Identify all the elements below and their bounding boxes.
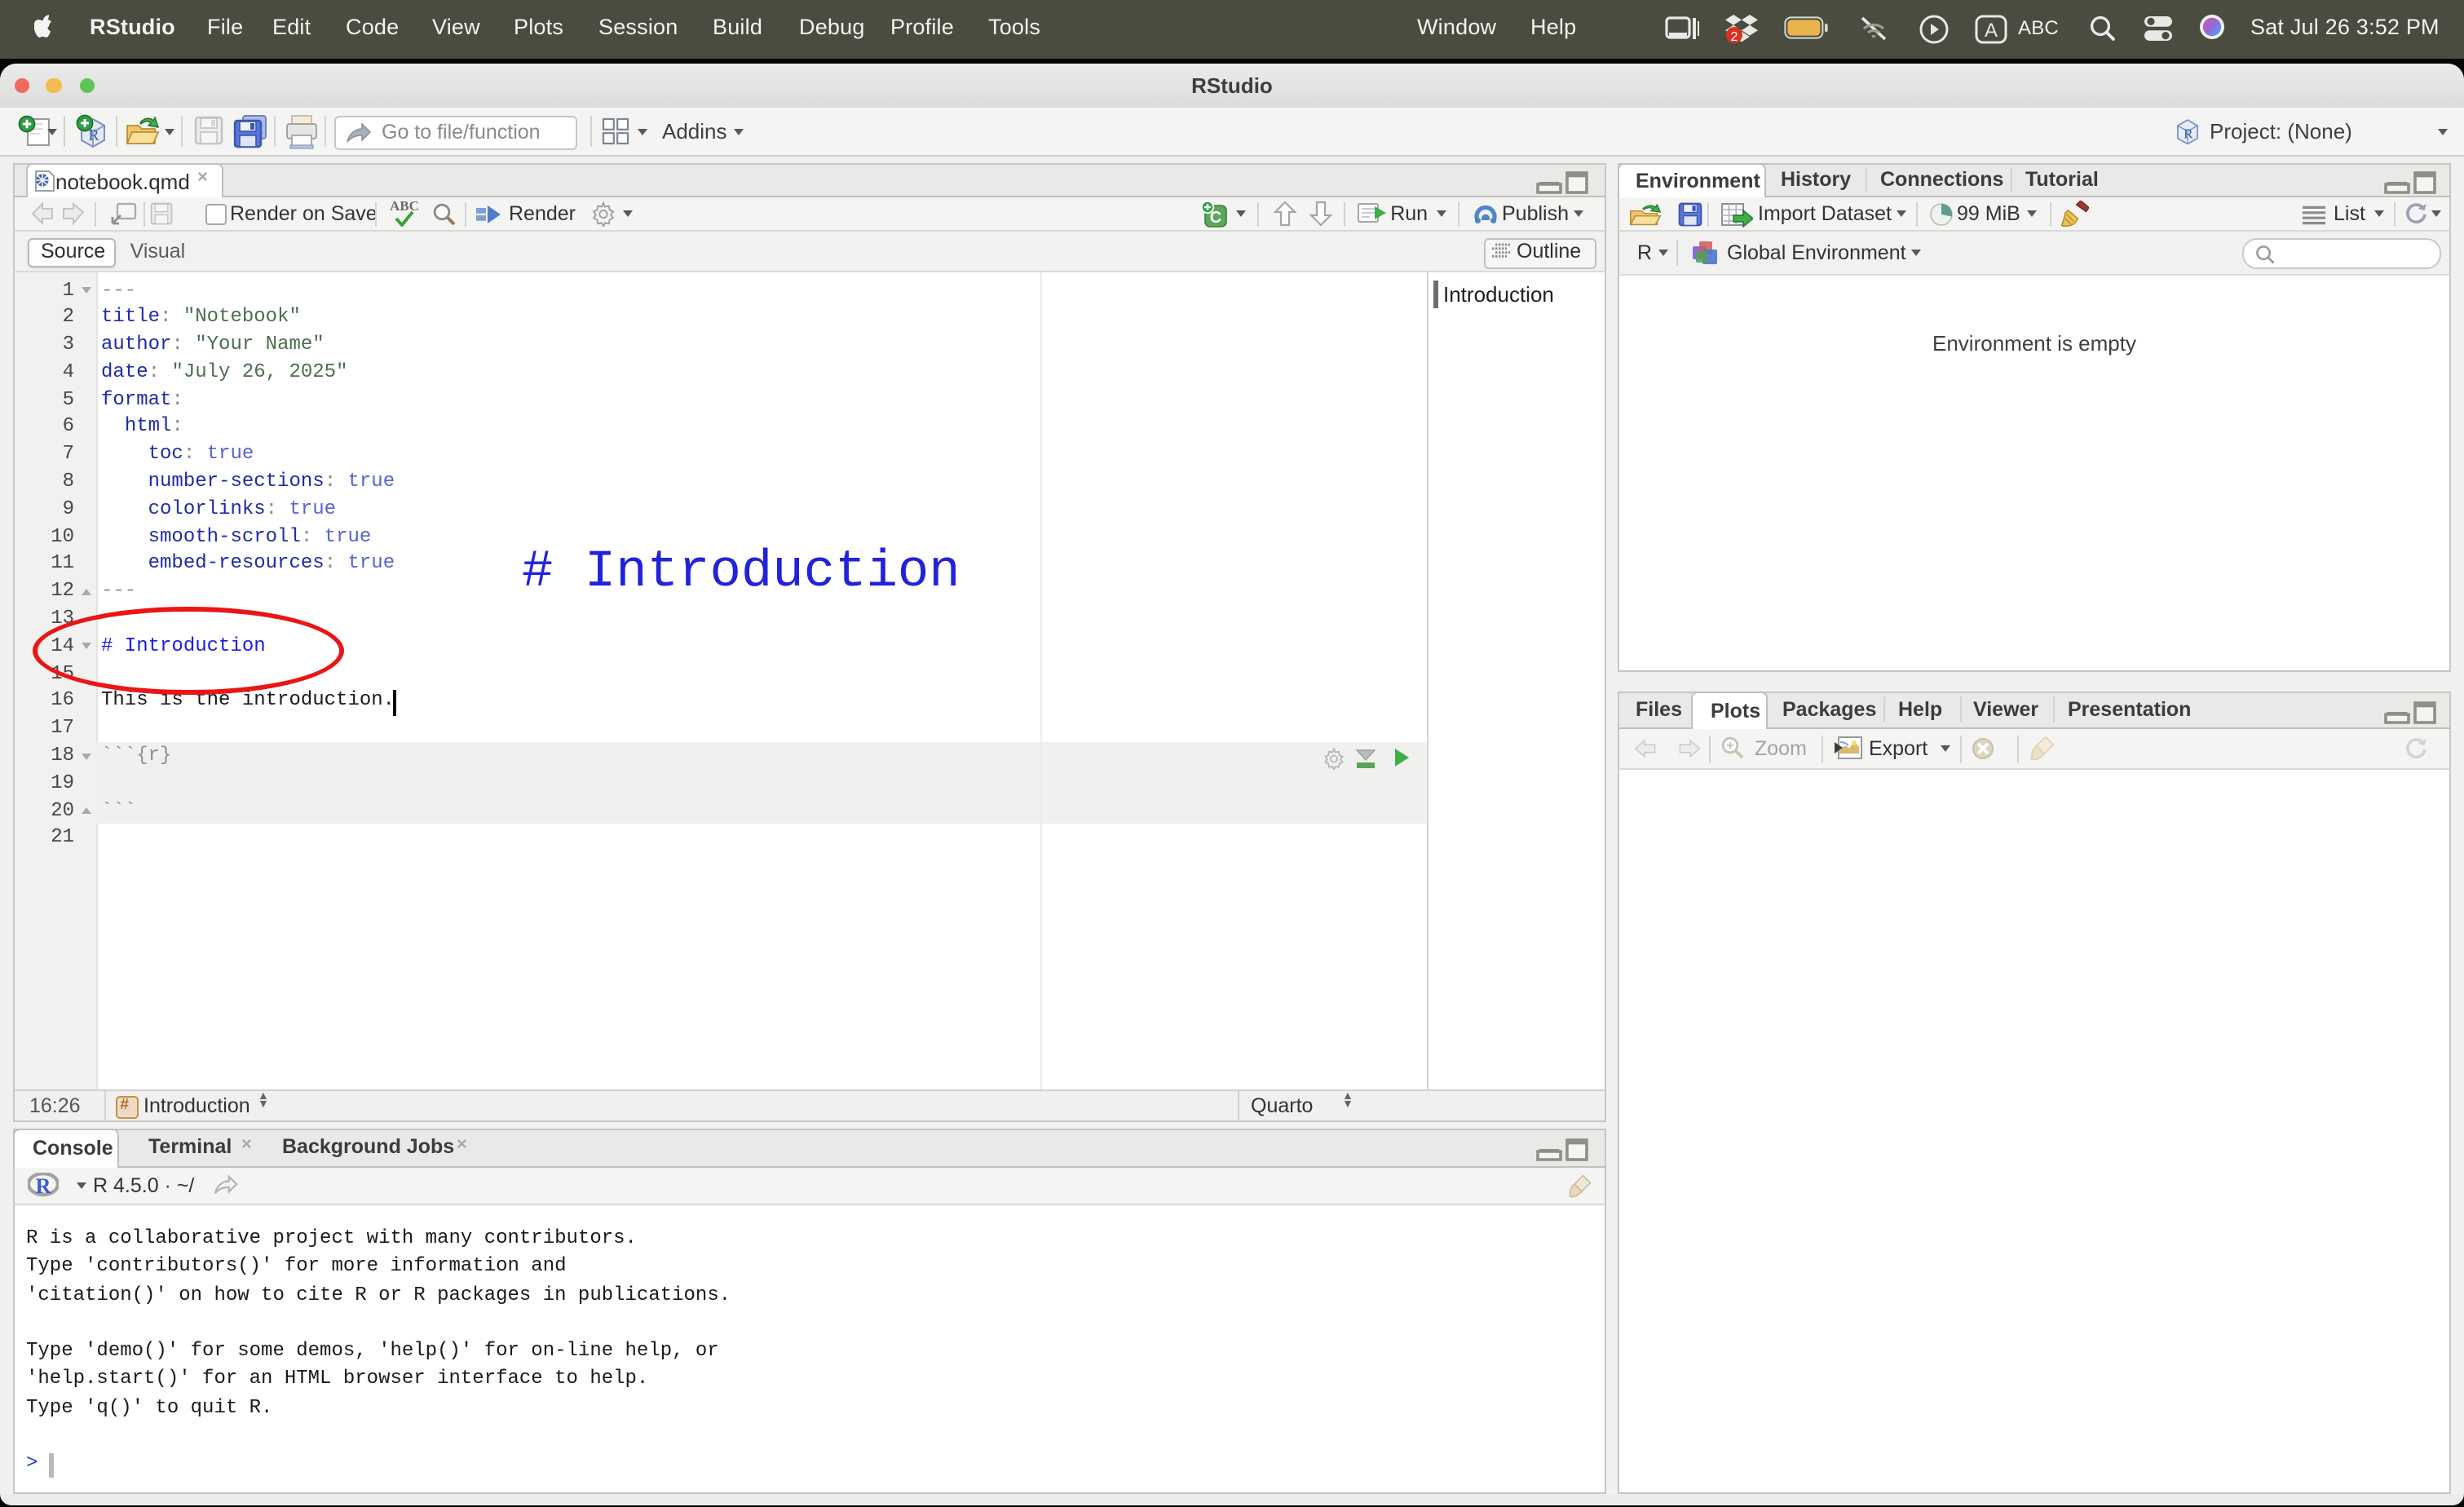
svg-text:2: 2 bbox=[1731, 30, 1738, 44]
svg-text:A: A bbox=[1985, 20, 1998, 42]
svg-text:R: R bbox=[36, 1174, 51, 1197]
svg-text:R: R bbox=[2184, 126, 2193, 142]
